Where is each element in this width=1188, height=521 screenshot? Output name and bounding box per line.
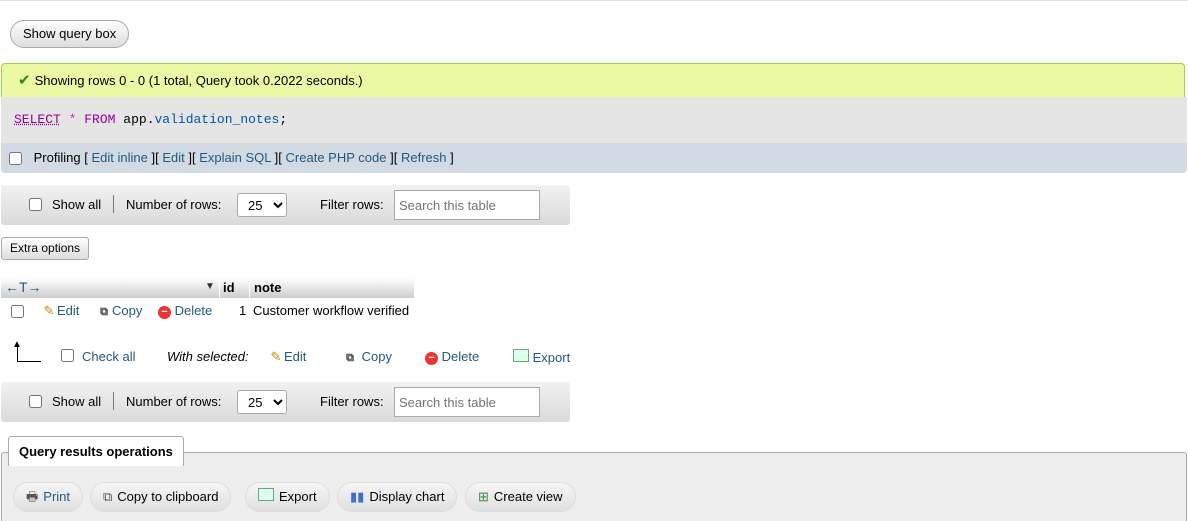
export-icon	[513, 349, 529, 362]
sql-keyword-select[interactable]: SELECT	[14, 112, 61, 127]
bulk-delete-label: Delete	[441, 349, 480, 364]
create-view-button[interactable]: ⊞ Create view	[465, 482, 576, 512]
sql-table-name: validation_notes	[154, 112, 280, 127]
arrow-up-icon: ▲	[12, 339, 42, 362]
bracket-close: ]	[450, 150, 454, 165]
check-all-label[interactable]: Check all	[82, 349, 135, 364]
bulk-export-button[interactable]: Export	[513, 349, 570, 365]
bracket-open: [	[393, 150, 398, 165]
show-all-checkbox[interactable]	[29, 198, 42, 211]
with-selected-bar: ▲ Check all With selected: ✎ Edit ⧉ Copy …	[0, 339, 600, 370]
column-separator	[249, 278, 250, 298]
copy-icon: ⧉	[100, 306, 108, 318]
number-of-rows-label: Number of rows:	[126, 394, 222, 409]
top-border	[0, 0, 1188, 1]
check-icon: ✔	[18, 72, 31, 89]
column-arrows-icon[interactable]: ←T→	[5, 279, 42, 295]
sort-dropdown-icon[interactable]: ▼	[205, 281, 215, 292]
row-delete-button[interactable]: − Delete	[158, 303, 212, 319]
export-button[interactable]: Export	[245, 482, 330, 512]
success-message: ✔ Showing rows 0 - 0 (1 total, Query took…	[1, 63, 1185, 97]
check-all-checkbox[interactable]	[61, 349, 74, 362]
create-view-label: Create view	[493, 489, 563, 504]
column-separator	[219, 278, 220, 298]
sql-keyword-from: FROM	[84, 112, 116, 127]
profiling-checkbox[interactable]	[9, 152, 22, 166]
create-php-code-link[interactable]: Create PHP code	[286, 150, 387, 165]
query-results-operations-title: Query results operations	[8, 436, 184, 466]
sql-query-display: SELECT * FROM app.validation_notes;	[1, 97, 1187, 143]
print-button[interactable]: 🖶 Print	[13, 482, 84, 512]
row-copy-button[interactable]: ⧉ Copy	[96, 303, 142, 319]
row-copy-label: Copy	[112, 303, 143, 318]
profiling-label: Profiling	[33, 150, 81, 165]
cell-id: 1	[239, 303, 247, 318]
pencil-icon: ✎	[270, 349, 282, 364]
bracket-open: [	[192, 150, 196, 165]
success-text: Showing rows 0 - 0 (1 total, Query took …	[34, 73, 363, 88]
export-icon	[258, 488, 274, 501]
column-header-id[interactable]: id	[223, 280, 235, 295]
edit-inline-link[interactable]: Edit inline	[91, 150, 147, 165]
sql-semicolon: ;	[279, 112, 288, 127]
bracket-open: [	[84, 150, 88, 165]
export-label: Export	[279, 489, 317, 504]
bracket-open: [	[155, 150, 159, 165]
bulk-copy-button[interactable]: ⧉ Copy	[342, 349, 392, 365]
sql-database: app	[123, 112, 147, 127]
show-all-label: Show all	[52, 197, 102, 212]
bulk-copy-label: Copy	[361, 349, 392, 364]
sql-star: *	[68, 112, 77, 127]
show-all-label: Show all	[52, 394, 102, 409]
cell-note: Customer workflow verified	[253, 303, 410, 318]
bulk-edit-label: Edit	[284, 349, 307, 364]
filter-rows-input[interactable]	[394, 190, 540, 220]
bar-chart-icon: ▮▮	[350, 489, 365, 504]
display-chart-button[interactable]: ▮▮ Display chart	[337, 482, 458, 512]
copy-to-clipboard-button[interactable]: ⧉ Copy to clipboard	[90, 482, 232, 512]
number-of-rows-select[interactable]: 25	[237, 390, 287, 414]
refresh-link[interactable]: Refresh	[401, 150, 447, 165]
column-header-note[interactable]: note	[254, 280, 281, 295]
filter-rows-input[interactable]	[394, 387, 540, 417]
sql-tools-bar: Profiling [ Edit inline ][ Edit ][ Expla…	[1, 143, 1187, 173]
explain-sql-link[interactable]: Explain SQL	[199, 150, 271, 165]
filter-rows-label: Filter rows:	[320, 394, 384, 409]
show-query-box-button[interactable]: Show query box	[10, 20, 130, 48]
bracket-open: [	[278, 150, 282, 165]
delete-icon: −	[425, 352, 438, 365]
bulk-delete-button[interactable]: − Delete	[425, 349, 479, 365]
row-checkbox[interactable]	[11, 305, 24, 318]
extra-options-button[interactable]: Extra options	[1, 237, 90, 260]
row-delete-label: Delete	[174, 303, 213, 318]
row-edit-button[interactable]: ✎ Edit	[41, 303, 80, 319]
navigation-bar-bottom: Show all Number of rows: 25 Filter rows:	[1, 382, 570, 422]
table-header: ←T→ ▼ id note	[1, 278, 414, 298]
copy-icon: ⧉	[103, 489, 113, 504]
nav-separator	[113, 195, 114, 213]
navigation-bar-top: Show all Number of rows: 25 Filter rows:	[1, 185, 570, 225]
table-row: ✎ Edit ⧉ Copy − Delete 1 Customer workflow…	[1, 298, 414, 326]
sql-dot: .	[146, 112, 155, 127]
display-chart-label: Display chart	[369, 489, 445, 504]
pencil-icon: ✎	[43, 303, 55, 318]
bulk-edit-button[interactable]: ✎ Edit	[268, 349, 307, 365]
copy-icon: ⧉	[346, 352, 354, 364]
results-table: ←T→ ▼ id note ✎ Edit ⧉ Copy − Delete 1 Cus…	[1, 278, 414, 326]
nav-separator	[113, 392, 114, 410]
filter-rows-label: Filter rows:	[320, 197, 384, 212]
bulk-export-label: Export	[532, 350, 571, 365]
copy-to-clipboard-label: Copy to clipboard	[117, 489, 219, 504]
with-selected-label: With selected:	[167, 349, 249, 364]
show-all-checkbox[interactable]	[29, 395, 42, 408]
edit-link[interactable]: Edit	[162, 150, 184, 165]
number-of-rows-select[interactable]: 25	[237, 193, 287, 217]
delete-icon: −	[158, 306, 171, 319]
printer-icon: 🖶	[26, 489, 39, 504]
row-edit-label: Edit	[57, 303, 80, 318]
number-of-rows-label: Number of rows:	[126, 197, 222, 212]
print-label: Print	[43, 489, 71, 504]
create-view-icon: ⊞	[478, 489, 489, 504]
